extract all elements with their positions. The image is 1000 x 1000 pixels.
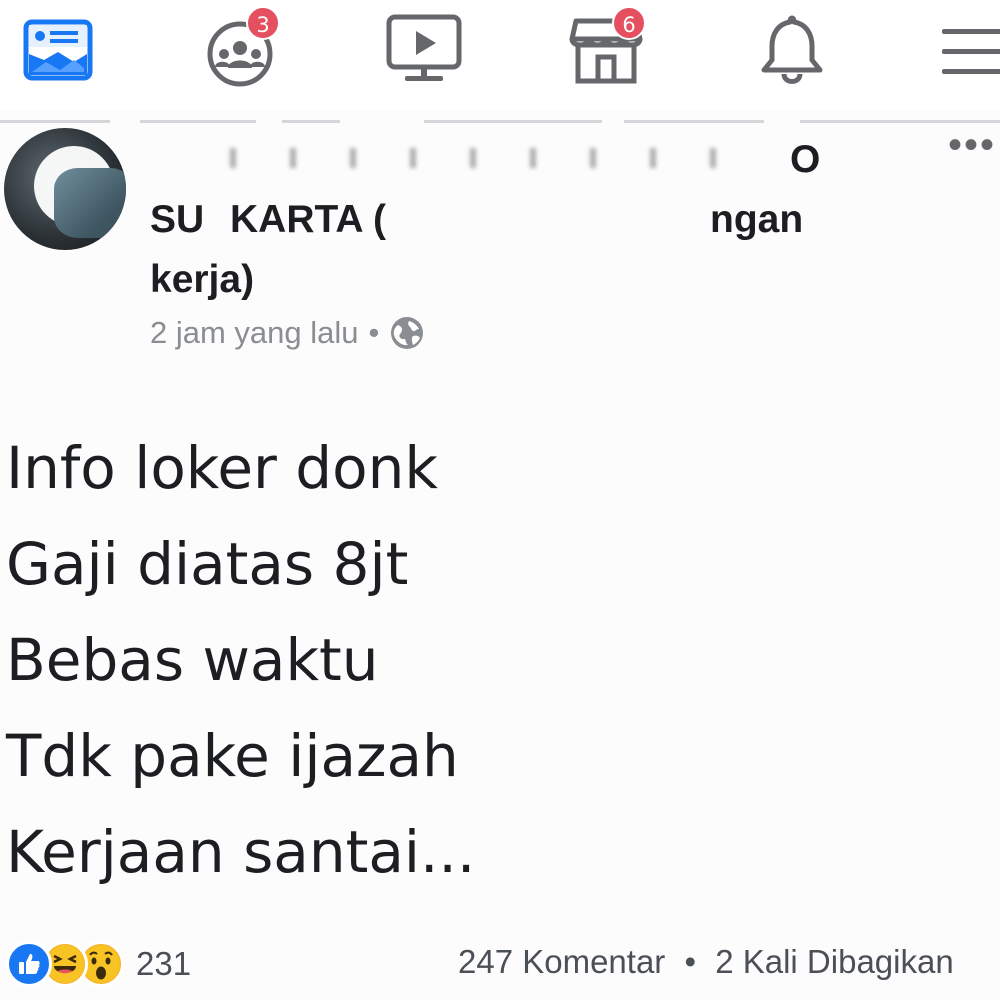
post-text-line: Kerjaan santai... [6,818,476,886]
globe-icon [389,315,425,351]
title-fragment-start: SU [150,198,205,241]
nav-divider [282,120,340,123]
groups-badge: 3 [246,6,280,40]
shares-count-link[interactable]: 2 Kali Dibagikan [715,943,953,980]
stats-separator: • [684,943,697,980]
nav-menu[interactable] [932,8,1000,90]
title-redacted-line [230,148,750,168]
nav-notifications[interactable] [752,10,832,90]
top-navigation-bar: 3 6 [0,0,1000,123]
facebook-post-screen: 3 6 O SU KARTA (ngan kerja) ••• 2 jam y… [0,0,1000,1000]
group-avatar[interactable] [4,128,126,250]
reactions-summary[interactable]: 231 [6,941,191,987]
title-fragment-end: O [790,138,821,181]
post-group-title[interactable]: O SU KARTA ( ngan kerja) [150,130,870,310]
post-footer: 231 247 Komentar • 2 Kali Dibagikan [0,935,1000,995]
post-text-line: Gaji diatas 8jt [6,530,409,598]
nav-marketplace[interactable]: 6 [566,6,646,90]
post-meta: 2 jam yang lalu • [150,312,425,354]
comments-count-link[interactable]: 247 Komentar [458,943,665,980]
marketplace-badge: 6 [612,6,646,40]
title-line-3: kerja) [150,258,255,301]
nav-watch[interactable] [384,10,464,90]
like-icon [6,941,52,987]
news-feed-icon [22,18,94,82]
nav-divider [0,120,110,123]
title-line-2: SU KARTA ( ngan [150,190,870,250]
post-more-options-button[interactable]: ••• [948,125,1000,170]
watch-video-icon [385,13,463,87]
bell-icon [760,12,824,88]
title-fragment-tail: ngan [710,198,804,241]
post-text-line: Info loker donk [6,434,438,502]
nav-divider [624,120,764,123]
post-text-line: Tdk pake ijazah [6,722,459,790]
nav-divider [424,120,602,123]
menu-icon [938,15,1000,85]
post-body: Info loker donk Gaji diatas 8jt Bebas wa… [6,420,966,900]
avatar-scene [54,168,126,238]
title-fragment-mid: KARTA ( [230,198,386,241]
nav-news-feed[interactable] [18,10,98,90]
post-text-line: Bebas waktu [6,626,379,694]
post-timestamp[interactable]: 2 jam yang lalu [150,315,359,351]
meta-separator: • [368,315,380,350]
nav-groups[interactable]: 3 [200,6,280,90]
post-engagement-stats: 247 Komentar • 2 Kali Dibagikan [458,943,954,981]
nav-divider [140,120,256,123]
title-line-1: O [150,130,870,190]
reaction-count: 231 [136,945,192,982]
